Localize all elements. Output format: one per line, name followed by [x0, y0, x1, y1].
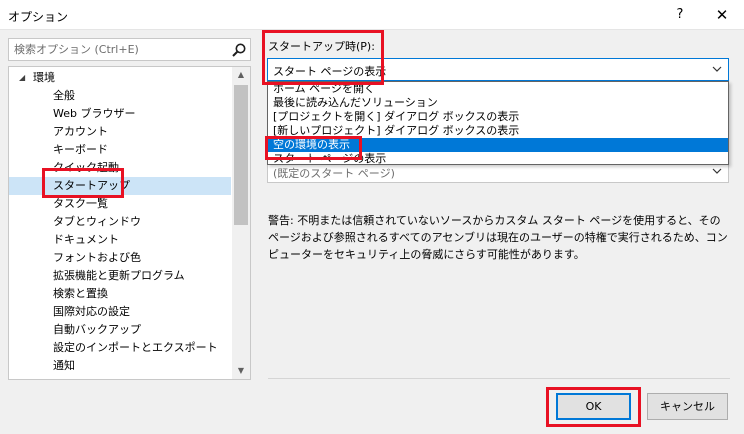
tree-item[interactable]: クイック起動 — [9, 159, 231, 177]
tree-item[interactable]: 全般 — [9, 87, 231, 105]
scroll-down-arrow-icon[interactable]: ▼ — [232, 363, 250, 379]
tree-item[interactable]: アカウント — [9, 123, 231, 141]
tree-item[interactable]: 国際対応の設定 — [9, 303, 231, 321]
dropdown-option[interactable]: [プロジェクトを開く] ダイアログ ボックスの表示 — [268, 110, 728, 124]
tree-item-label: 検索と置換 — [53, 287, 108, 300]
tree-item-label: クイック起動 — [53, 161, 119, 174]
separator — [268, 378, 730, 379]
ok-button[interactable]: OK — [556, 393, 631, 420]
tree-item-startup[interactable]: スタートアップ — [9, 177, 231, 195]
tree-item[interactable]: 設定のインポートとエクスポート — [9, 339, 231, 357]
tree-item[interactable]: 拡張機能と更新プログラム — [9, 267, 231, 285]
title-bar: オプション ? ✕ — [0, 0, 744, 30]
tree-item-label: 設定のインポートとエクスポート — [53, 341, 218, 354]
startup-selected-value: スタート ページの表示 — [273, 65, 387, 78]
dropdown-option-empty-environment[interactable]: 空の環境の表示 — [268, 138, 728, 152]
tree-item[interactable]: 検索と置換 — [9, 285, 231, 303]
tree-item-label: 環境 — [33, 71, 55, 84]
tree-item-label: 国際対応の設定 — [53, 305, 130, 318]
startup-dropdown-list: ホーム ページを開く 最後に読み込んだソリューション [プロジェクトを開く] ダ… — [267, 81, 729, 165]
help-button[interactable]: ? — [660, 0, 700, 30]
tree-item-label: アカウント — [53, 125, 108, 138]
chevron-down-icon — [712, 66, 722, 72]
options-tree: ◢ 環境 全般 Web ブラウザー アカウント キーボード クイック起動 スター… — [8, 66, 251, 380]
dropdown-option[interactable]: 最後に読み込んだソリューション — [268, 96, 728, 110]
tree-item[interactable]: 通知 — [9, 357, 231, 375]
dropdown-option[interactable]: スタート ページの表示 — [268, 152, 728, 166]
startup-label: スタートアップ時(P): — [268, 40, 375, 53]
collapse-triangle-icon[interactable]: ◢ — [19, 69, 25, 87]
close-button[interactable]: ✕ — [700, 0, 744, 30]
tree-item[interactable]: 自動バックアップ — [9, 321, 231, 339]
dropdown-option[interactable]: [新しいプロジェクト] ダイアログ ボックスの表示 — [268, 124, 728, 138]
dropdown-option[interactable]: ホーム ページを開く — [268, 82, 728, 96]
start-page-value: (既定のスタート ページ) — [273, 167, 395, 180]
tree-item[interactable]: タスク一覧 — [9, 195, 231, 213]
tree-item-label: タスク一覧 — [53, 197, 108, 210]
tree-item-label: 拡張機能と更新プログラム — [53, 269, 185, 282]
search-input[interactable] — [9, 39, 229, 60]
tree-item[interactable]: タブとウィンドウ — [9, 213, 231, 231]
tree-item[interactable]: キーボード — [9, 141, 231, 159]
tree-item-label: タブとウィンドウ — [53, 215, 141, 228]
cancel-button[interactable]: キャンセル — [647, 393, 728, 420]
tree-scrollbar[interactable]: ▲ ▼ — [232, 67, 250, 379]
tree-item-label: 全般 — [53, 89, 75, 102]
scroll-up-arrow-icon[interactable]: ▲ — [232, 67, 250, 83]
warning-text: 警告: 不明または信頼されていないソースからカスタム スタート ページを使用する… — [268, 214, 728, 261]
tree-item-label: Web ブラウザー — [53, 107, 136, 120]
tree-item-label: スタートアップ — [53, 179, 130, 192]
tree-item-label: 通知 — [53, 359, 75, 372]
tree-item-label: フォントおよび色 — [53, 251, 141, 264]
scroll-thumb[interactable] — [234, 85, 248, 225]
tree-item-label: 自動バックアップ — [53, 323, 141, 336]
chevron-down-icon — [712, 168, 722, 174]
search-icon[interactable] — [231, 42, 247, 58]
tree-item-environment[interactable]: ◢ 環境 — [9, 69, 231, 87]
tree-item[interactable]: フォントおよび色 — [9, 249, 231, 267]
window-title: オプション — [8, 10, 69, 24]
tree-item[interactable]: Web ブラウザー — [9, 105, 231, 123]
tree-item[interactable]: ドキュメント — [9, 231, 231, 249]
startup-select[interactable]: スタート ページの表示 — [267, 58, 729, 81]
search-box — [8, 38, 251, 61]
tree-item-label: ドキュメント — [53, 233, 119, 246]
tree-item-label: キーボード — [53, 143, 108, 156]
close-icon: ✕ — [715, 6, 729, 24]
